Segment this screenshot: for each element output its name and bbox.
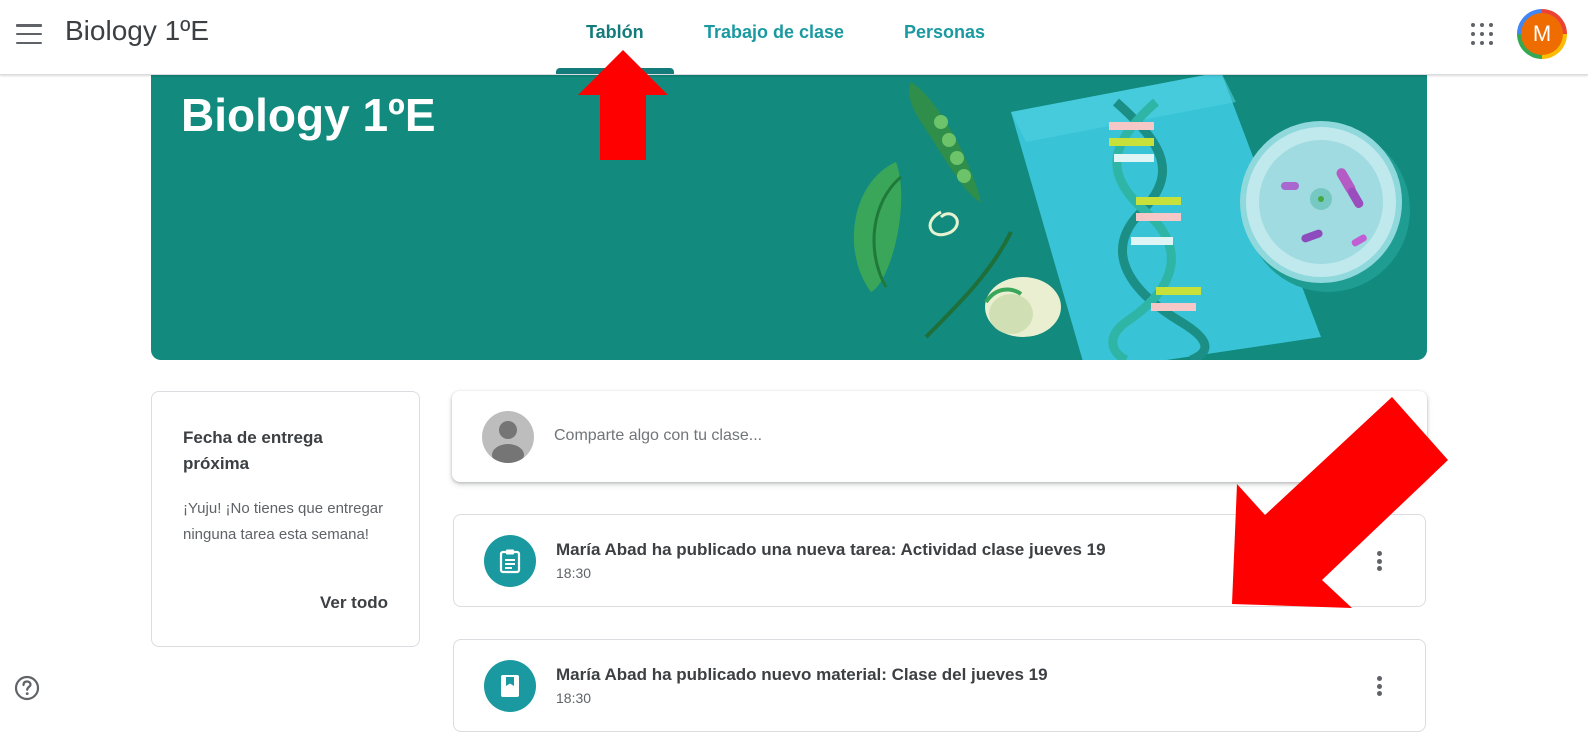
post-title: María Abad ha publicado nuevo material: … — [556, 665, 1048, 684]
tab-classwork[interactable]: Trabajo de clase — [704, 22, 844, 43]
post-title: María Abad ha publicado una nueva tarea:… — [556, 540, 1106, 559]
top-app-bar: Biology 1ºE Tablón Trabajo de clase Pers… — [0, 0, 1588, 75]
user-initial: M — [1521, 13, 1563, 55]
class-banner: Biology 1ºE — [151, 62, 1427, 360]
class-title[interactable]: Biology 1ºE — [65, 15, 209, 47]
view-all-link[interactable]: Ver todo — [320, 593, 388, 613]
share-with-class-box[interactable]: Comparte algo con tu clase... — [452, 391, 1427, 482]
more-options-icon[interactable] — [1367, 549, 1391, 573]
stream-post[interactable]: María Abad ha publicado nuevo material: … — [453, 639, 1426, 732]
help-icon[interactable] — [14, 675, 40, 701]
assignment-icon — [484, 535, 536, 587]
active-tab-indicator — [556, 68, 674, 74]
hamburger-menu-icon[interactable] — [16, 24, 42, 44]
user-avatar[interactable]: M — [1517, 9, 1567, 59]
more-options-icon[interactable] — [1367, 674, 1391, 698]
material-icon — [484, 660, 536, 712]
upcoming-title: Fecha de entrega próxima — [183, 428, 323, 473]
apps-grid-icon[interactable] — [1471, 23, 1493, 45]
banner-class-title: Biology 1ºE — [181, 89, 436, 141]
upcoming-message: ¡Yuju! ¡No tienes que entregar ninguna t… — [183, 500, 384, 543]
post-time: 18:30 — [556, 690, 592, 706]
default-avatar-icon — [482, 411, 534, 463]
stream-post[interactable]: María Abad ha publicado una nueva tarea:… — [453, 514, 1426, 607]
upcoming-work-card: Fecha de entrega próxima ¡Yuju! ¡No tien… — [151, 391, 420, 647]
post-time: 18:30 — [556, 565, 592, 581]
share-placeholder: Comparte algo con tu clase... — [554, 427, 763, 444]
tab-people[interactable]: Personas — [904, 22, 985, 43]
tab-stream[interactable]: Tablón — [586, 22, 644, 43]
